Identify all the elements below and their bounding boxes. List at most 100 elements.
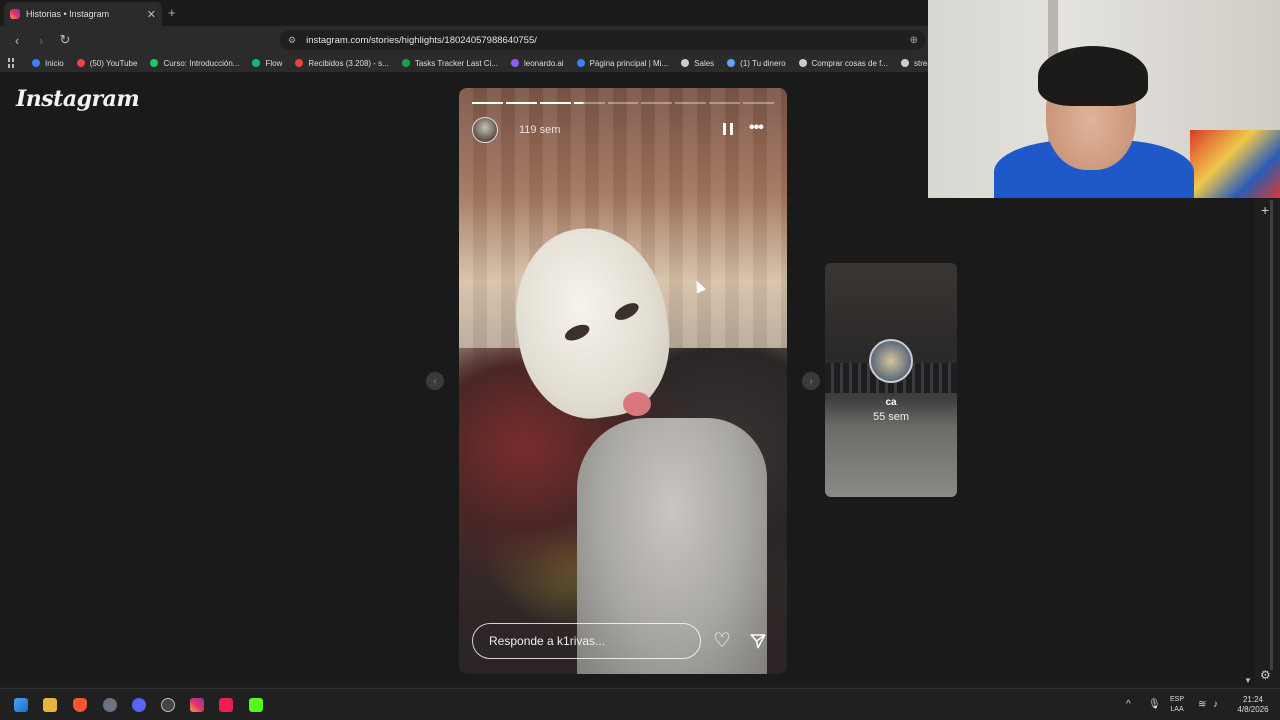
- language-code: ESP: [1170, 696, 1185, 703]
- chevron-up-icon[interactable]: ^: [1126, 699, 1131, 710]
- bookmark-label: Tasks Tracker Last Ci...: [414, 58, 498, 68]
- webcam-overlay: [928, 0, 1280, 198]
- bookmark-favicon-icon: [32, 59, 40, 67]
- bookmark-label: Recibidos (3.208) - s...: [308, 58, 389, 68]
- next-arrow-icon[interactable]: ›: [802, 372, 820, 390]
- progress-segment: [505, 102, 537, 104]
- avatar: [869, 339, 913, 383]
- progress-segment: [743, 102, 775, 104]
- progress-segment: [641, 102, 673, 104]
- bookmark-item[interactable]: Flow: [252, 59, 282, 68]
- tab-instagram[interactable]: Historias • Instagram ✕: [4, 2, 162, 26]
- microphone-icon[interactable]: 🎙: [1148, 699, 1161, 710]
- bookmark-label: Página principal | Mi...: [589, 58, 669, 68]
- windows-start-icon[interactable]: [14, 698, 28, 712]
- brave-browser-icon[interactable]: [73, 698, 87, 712]
- bookmark-label: (50) YouTube: [89, 58, 138, 68]
- clock[interactable]: 21:24 4/8/2026: [1234, 695, 1272, 715]
- url-text[interactable]: instagram.com/stories/highlights/1802405…: [306, 35, 537, 46]
- bookmark-favicon-icon: [252, 59, 261, 67]
- bookmark-label: Sales: [694, 58, 715, 68]
- language-indicator[interactable]: ESP LAA: [1170, 695, 1184, 715]
- bookmark-item[interactable]: Página principal | Mi...: [576, 58, 669, 68]
- obs-icon[interactable]: [161, 698, 175, 712]
- new-tab-button[interactable]: +: [168, 5, 176, 20]
- kick-icon[interactable]: [249, 698, 263, 712]
- bookmark-item[interactable]: stream: [901, 59, 928, 68]
- bookmark-label: Flow: [265, 58, 283, 68]
- bookmark-item[interactable]: (50) YouTube: [76, 58, 138, 68]
- bookmark-favicon-icon: [727, 59, 736, 67]
- apps-grid-icon[interactable]: [8, 58, 14, 68]
- story-progress-bar: [472, 102, 775, 104]
- back-icon[interactable]: ‹: [10, 33, 24, 48]
- story-viewer[interactable]: 119 sem ••• Responde a k1rivas... ♡: [459, 88, 787, 674]
- bookmark-favicon-icon: [401, 59, 410, 67]
- balaclava-mouth: [623, 392, 651, 416]
- bookmark-favicon-icon: [798, 59, 807, 67]
- forward-icon[interactable]: ›: [34, 33, 48, 48]
- settings-icon[interactable]: [103, 698, 117, 712]
- progress-segment: [607, 102, 639, 104]
- bookmark-item[interactable]: Recibidos (3.208) - s...: [295, 58, 389, 68]
- bookmark-item[interactable]: Inicio: [32, 59, 64, 68]
- next-story-name: ca: [885, 397, 897, 408]
- webcam-person-hair: [1038, 46, 1148, 106]
- address-bar[interactable]: ⚙ instagram.com/stories/highlights/18024…: [280, 30, 926, 50]
- site-info-icon[interactable]: ⚙: [288, 35, 296, 46]
- bookmark-item[interactable]: Tasks Tracker Last Ci...: [401, 58, 498, 68]
- webcam-bed: [1190, 130, 1280, 198]
- bookmark-favicon-icon: [576, 59, 585, 67]
- bookmark-item[interactable]: leonardo.ai: [511, 59, 564, 68]
- bookmark-item[interactable]: Comprar cosas de f...: [798, 58, 889, 68]
- volume-icon[interactable]: ♪: [1213, 699, 1218, 710]
- bookmark-favicon-icon: [901, 59, 910, 67]
- zoom-icon[interactable]: ⊕: [910, 35, 918, 46]
- tiktok-icon[interactable]: [219, 698, 233, 712]
- instagram-app-icon[interactable]: [190, 698, 204, 712]
- avatar[interactable]: [472, 117, 498, 143]
- bookmark-favicon-icon: [295, 59, 304, 67]
- progress-segment: [709, 102, 741, 104]
- story-time: 119 sem: [519, 124, 561, 136]
- instagram-logo[interactable]: Instagram: [16, 86, 140, 112]
- keyboard-layout: LAA: [1170, 706, 1184, 713]
- next-story-preview[interactable]: ca 55 sem: [825, 263, 957, 497]
- tab-title: Historias • Instagram: [26, 9, 110, 19]
- bookmark-favicon-icon: [76, 59, 85, 67]
- scrollbar-thumb[interactable]: [1270, 200, 1273, 670]
- clock-time: 21:24: [1242, 695, 1264, 704]
- instagram-favicon-icon: [10, 9, 20, 19]
- bookmark-item[interactable]: Curso: Introducción...: [150, 59, 239, 68]
- bookmark-favicon-icon: [681, 59, 690, 67]
- clock-date: 4/8/2026: [1237, 705, 1269, 714]
- progress-segment: [675, 102, 707, 104]
- heart-icon[interactable]: ♡: [713, 631, 731, 651]
- bookmark-favicon-icon: [511, 59, 519, 67]
- balaclava-eye: [612, 299, 642, 324]
- plus-icon[interactable]: +: [1261, 202, 1269, 218]
- pause-icon[interactable]: [723, 123, 733, 135]
- balaclava-eye: [562, 321, 592, 344]
- bookmark-label: Inicio: [45, 58, 64, 68]
- reload-icon[interactable]: ↻: [58, 32, 72, 48]
- next-story-time: 55 sem: [872, 411, 910, 423]
- reply-input[interactable]: Responde a k1rivas...: [472, 623, 701, 659]
- wifi-icon[interactable]: ≋: [1198, 699, 1206, 710]
- bookmark-favicon-icon: [150, 59, 159, 67]
- bookmark-label: leonardo.ai: [524, 58, 564, 68]
- bookmark-item[interactable]: (1) Tu dinero: [727, 59, 786, 68]
- bookmark-item[interactable]: Sales: [681, 59, 714, 68]
- more-icon[interactable]: •••: [749, 119, 764, 137]
- send-icon[interactable]: [749, 632, 767, 650]
- prev-arrow-icon[interactable]: ‹: [426, 372, 444, 390]
- bookmarks-bar: Inicio (50) YouTube Curso: Introducción...…: [0, 54, 928, 72]
- progress-segment: [539, 102, 571, 104]
- gear-icon[interactable]: ⚙: [1260, 668, 1271, 682]
- file-explorer-icon[interactable]: [43, 698, 57, 712]
- bookmark-label: stream: [914, 58, 928, 68]
- tab-close-icon[interactable]: ✕: [147, 8, 156, 21]
- bookmark-label: Comprar cosas de f...: [811, 58, 889, 68]
- scroll-down-icon[interactable]: ▼: [1244, 676, 1252, 685]
- discord-icon[interactable]: [132, 698, 146, 712]
